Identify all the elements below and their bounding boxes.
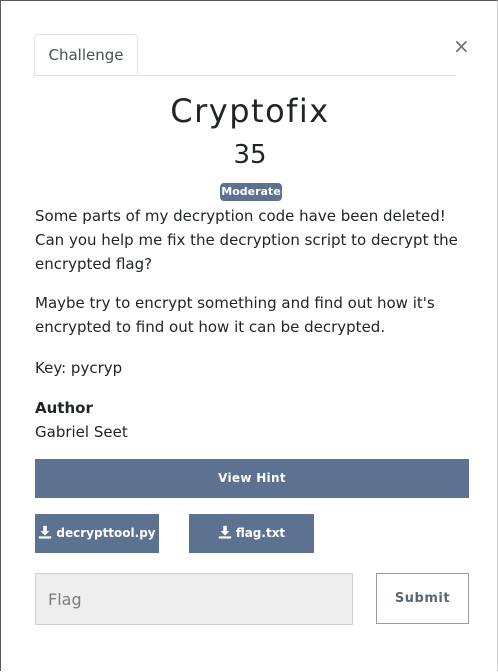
description-paragraph: Maybe try to encrypt something and find … <box>35 294 435 336</box>
file-download-button[interactable]: flag.txt <box>189 514 314 553</box>
flag-input[interactable] <box>35 573 353 625</box>
author-name: Gabriel Seet <box>35 423 128 441</box>
file-name: flag.txt <box>235 526 286 540</box>
download-icon <box>39 525 52 539</box>
file-name: decrypttool.py <box>56 526 156 540</box>
challenge-modal: Challenge × Cryptofix 35 Moderate Some p… <box>0 0 498 671</box>
close-icon[interactable]: × <box>453 35 470 57</box>
submit-button[interactable]: Submit <box>376 573 469 624</box>
tab-challenge[interactable]: Challenge <box>34 34 138 75</box>
file-download-button[interactable]: decrypttool.py <box>35 514 159 553</box>
challenge-title: Cryptofix <box>170 92 330 130</box>
view-hint-button[interactable]: View Hint <box>35 459 469 498</box>
author-label: Author <box>35 399 93 417</box>
key-text: Key: pycryp <box>35 359 123 377</box>
difficulty-badge: Moderate <box>220 183 282 201</box>
tab-bar: Challenge <box>34 34 456 76</box>
description-paragraph: Some parts of my decryption code have be… <box>35 207 458 273</box>
challenge-points: 35 <box>233 140 267 170</box>
download-icon <box>218 525 231 539</box>
